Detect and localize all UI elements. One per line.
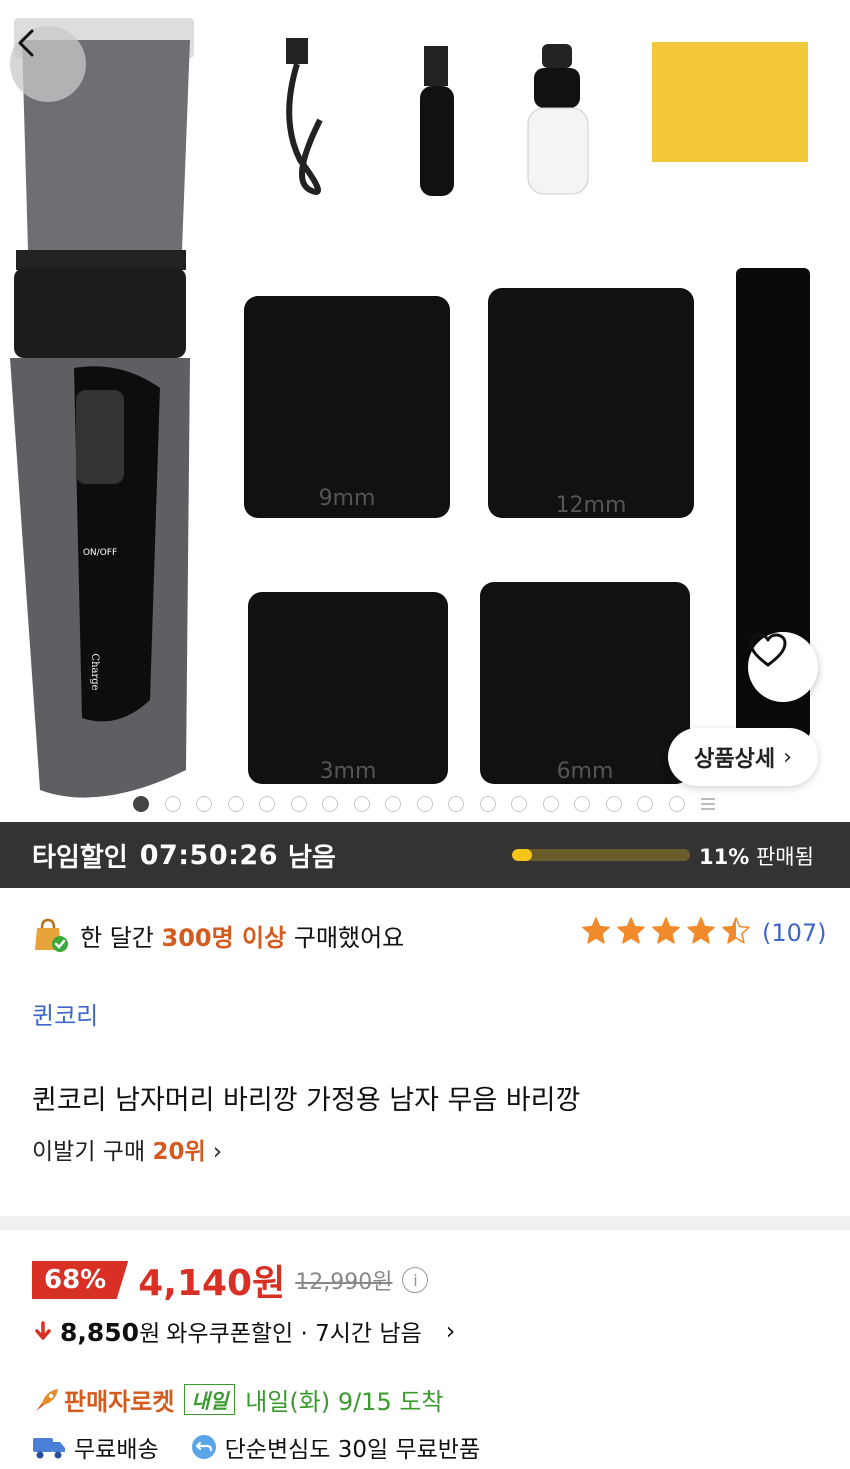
star-icon xyxy=(580,916,612,950)
purchase-highlight: 300명 이상 xyxy=(161,923,287,952)
carousel-dot[interactable] xyxy=(133,796,149,812)
heart-icon xyxy=(749,633,787,667)
return-icon xyxy=(191,1435,216,1459)
purchase-suffix: 구매했어요 xyxy=(293,923,405,952)
original-price: 12,990원 xyxy=(295,1270,393,1295)
comb-label: 9mm xyxy=(319,486,376,511)
carousel-dot[interactable] xyxy=(479,796,496,812)
sold-progress-fill xyxy=(512,849,532,861)
chevron-left-icon xyxy=(18,29,34,57)
product-title: 퀸코리 남자머리 바리깡 가정용 남자 무음 바리깡 xyxy=(32,1085,581,1116)
chevron-right-icon: › xyxy=(212,1139,223,1165)
usb-cable-image xyxy=(286,38,323,195)
chevron-right-icon: › xyxy=(783,744,792,770)
sponge-image xyxy=(652,42,808,162)
comb-label: 6mm xyxy=(557,759,614,784)
star-rating xyxy=(580,916,752,950)
category-rank[interactable]: 이발기 구매 20위 › xyxy=(32,1132,222,1166)
carousel-indicator xyxy=(133,796,716,812)
product-photo: ON/OFF Charge 9mm 12mm 3mm 6mm xyxy=(10,18,810,798)
sale-price: 4,140원 xyxy=(138,1263,286,1304)
clipper-switch-label: ON/OFF xyxy=(83,548,117,558)
sold-status: 11% 판매됨 xyxy=(699,841,814,871)
rank-prefix: 이발기 구매 xyxy=(32,1139,146,1165)
time-sale-label: 타임할인 xyxy=(32,842,128,873)
shopping-bag-check-icon xyxy=(35,918,68,952)
carousel-dot[interactable] xyxy=(385,796,401,812)
hair-clipper-image: ON/OFF Charge xyxy=(10,18,194,798)
carousel-dot[interactable] xyxy=(322,796,338,812)
carousel-dot[interactable] xyxy=(259,796,275,812)
carousel-dot[interactable] xyxy=(196,796,212,812)
carousel-dot[interactable] xyxy=(542,796,559,812)
carousel-dot[interactable] xyxy=(416,796,433,812)
seller-rocket-label: 판매자로켓 xyxy=(64,1388,175,1416)
section-divider xyxy=(0,1216,850,1230)
rating-summary[interactable]: (107) xyxy=(580,916,827,950)
review-count[interactable]: (107) xyxy=(762,919,827,947)
image-list-icon[interactable] xyxy=(700,796,716,812)
carousel-dot[interactable] xyxy=(668,796,685,812)
time-sale-suffix: 남음 xyxy=(288,842,336,873)
purchase-prefix: 한 달간 xyxy=(80,923,154,952)
comb-label: 12mm xyxy=(556,493,627,518)
star-icon xyxy=(685,916,717,950)
free-return-label: 단순변심도 30일 무료반품 xyxy=(224,1437,481,1463)
star-icon xyxy=(650,916,682,950)
brand-link[interactable]: 퀸코리 xyxy=(32,996,98,1031)
discount-badge: 68% xyxy=(32,1261,129,1299)
delivery-row: 판매자로켓 내일 내일(화) 9/15 도착 xyxy=(32,1382,444,1417)
carousel-dot[interactable] xyxy=(605,796,622,812)
wishlist-button[interactable] xyxy=(748,632,818,702)
price-row: 68% 4,140원 12,990원 i xyxy=(32,1254,429,1306)
monthly-purchase-info: 한 달간 300명 이상 구매했어요 xyxy=(32,912,404,958)
free-shipping-label: 무료배송 xyxy=(74,1437,159,1463)
coupon-amount: 8,850 xyxy=(60,1318,140,1347)
carousel-dot[interactable] xyxy=(574,796,590,812)
star-icon xyxy=(615,916,647,950)
arrival-date: 내일(화) 9/15 도착 xyxy=(245,1388,444,1416)
cleaning-brush-image xyxy=(420,46,454,196)
guide-comb-images: 9mm 12mm 3mm 6mm xyxy=(244,288,694,784)
sold-label: 판매됨 xyxy=(755,845,814,869)
carousel-dot[interactable] xyxy=(511,796,527,812)
carousel-dot[interactable] xyxy=(637,796,653,812)
comb-label: 3mm xyxy=(320,759,377,784)
time-sale-countdown: 07:50:26 xyxy=(139,839,279,871)
sold-percent: 11% xyxy=(699,845,750,869)
product-detail-button[interactable]: 상품상세 › xyxy=(668,728,818,786)
sold-progress-bar xyxy=(512,849,690,861)
star-icon xyxy=(720,916,752,950)
chevron-right-icon: › xyxy=(445,1317,456,1345)
product-image-carousel[interactable]: ON/OFF Charge 9mm 12mm 3mm 6mm 상품상세 › xyxy=(0,0,850,822)
carousel-dot[interactable] xyxy=(227,796,244,812)
arrow-down-icon xyxy=(35,1321,51,1340)
time-sale-banner: 타임할인 07:50:26 남음 11% 판매됨 xyxy=(0,822,850,888)
info-icon[interactable]: i xyxy=(402,1267,429,1293)
product-detail-label: 상품상세 xyxy=(694,747,776,772)
carousel-dot[interactable] xyxy=(448,796,464,812)
back-button[interactable] xyxy=(10,26,86,102)
coupon-discount-row[interactable]: 8,850원 와우쿠폰할인 · 7시간 남음 › xyxy=(32,1314,455,1348)
carousel-dot[interactable] xyxy=(164,796,181,812)
tomorrow-tag: 내일 xyxy=(184,1384,236,1415)
carousel-dot[interactable] xyxy=(290,796,307,812)
coupon-label: 와우쿠폰할인 · 7시간 남음 xyxy=(166,1321,422,1347)
carousel-dot[interactable] xyxy=(353,796,370,812)
shipping-row: 무료배송 단순변심도 30일 무료반품 xyxy=(32,1430,480,1464)
rank-value: 20위 xyxy=(152,1139,206,1165)
coupon-unit: 원 xyxy=(139,1321,161,1347)
clipper-charge-label: Charge xyxy=(89,653,100,690)
truck-icon xyxy=(33,1438,65,1459)
rocket-icon xyxy=(36,1388,58,1411)
oil-bottle-image xyxy=(527,44,589,195)
